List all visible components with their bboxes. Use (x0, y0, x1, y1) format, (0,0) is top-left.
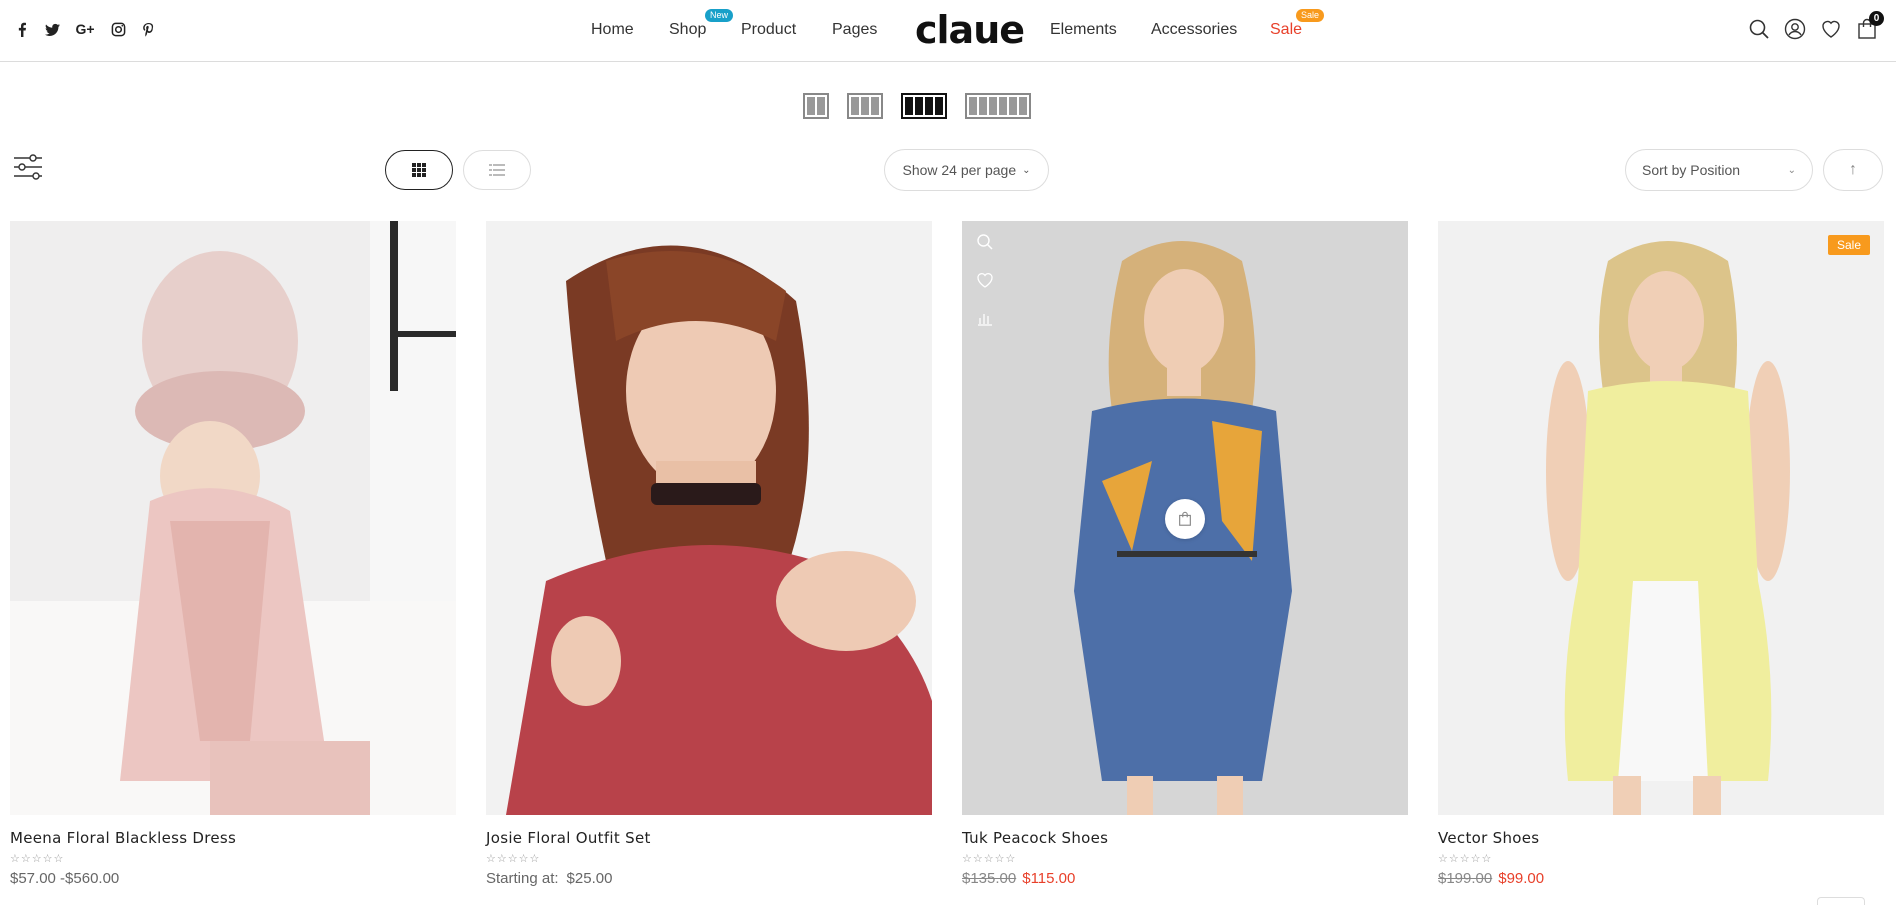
add-to-cart-button[interactable] (1165, 499, 1205, 539)
nav-accessories[interactable]: Accessories (1151, 21, 1237, 39)
sale-badge: Sale (1827, 235, 1870, 255)
compare-icon[interactable] (976, 309, 994, 327)
nav-elements[interactable]: Elements (1050, 21, 1117, 39)
header-actions: 0 (1748, 11, 1884, 40)
rating-stars: ☆☆☆☆☆ (962, 853, 1017, 865)
product-card: Josie Floral Outfit Set ☆☆☆☆☆ Starting a… (486, 221, 932, 887)
product-price: $57.00 -$560.00 (10, 870, 120, 887)
nav-shop-label: Shop (669, 21, 707, 38)
columns-4-button[interactable] (901, 93, 947, 119)
wishlist-heart-icon[interactable] (976, 271, 994, 289)
product-image[interactable]: Sale (1438, 221, 1884, 815)
nav-shop[interactable]: Shop New (669, 9, 734, 39)
quick-view-icon[interactable] (976, 233, 994, 251)
old-price: $135.00 (962, 870, 1017, 887)
columns-3-button[interactable] (847, 93, 883, 119)
product-price: $135.00 $115.00 (962, 870, 1408, 887)
site-logo[interactable]: claue (915, 8, 1025, 52)
filter-icon[interactable] (13, 152, 43, 182)
back-to-top-button[interactable] (1817, 897, 1865, 905)
product-name[interactable]: Tuk Peacock Shoes (962, 829, 1408, 847)
old-price: $199.00 (1438, 870, 1493, 887)
search-icon[interactable] (1748, 18, 1770, 40)
column-switcher (803, 93, 1031, 119)
chevron-down-icon: ⌄ (1022, 164, 1031, 176)
sale-badge: Sale (1296, 9, 1325, 22)
product-name[interactable]: Meena Floral Blackless Dress (10, 829, 456, 847)
bag-icon (1179, 511, 1191, 526)
nav-home[interactable]: Home (591, 21, 634, 39)
product-hover-actions (976, 233, 994, 327)
list-icon (489, 164, 505, 176)
sort-label: Sort by Position (1642, 162, 1741, 178)
nav-sale[interactable]: Sale Sale (1270, 9, 1325, 39)
grid-icon (412, 163, 426, 177)
grid-view-button[interactable] (385, 150, 453, 190)
sale-price: $115.00 (1022, 870, 1076, 887)
product-image[interactable] (486, 221, 932, 815)
nav-sale-label: Sale (1270, 21, 1303, 38)
product-card: Sale Vector Shoes ☆☆☆☆☆ $199.00 $99.00 (1438, 221, 1884, 887)
columns-2-button[interactable] (803, 93, 829, 119)
cart-count: 0 (1869, 11, 1884, 26)
list-view-button[interactable] (463, 150, 531, 190)
product-card: Tuk Peacock Shoes ☆☆☆☆☆ $135.00 $115.00 (962, 221, 1408, 887)
product-name[interactable]: Vector Shoes (1438, 829, 1884, 847)
logo-text: claue (915, 8, 1025, 52)
nav-product[interactable]: Product (741, 21, 796, 39)
rating-stars: ☆☆☆☆☆ (486, 853, 541, 865)
product-name[interactable]: Josie Floral Outfit Set (486, 829, 932, 847)
per-page-label: Show 24 per page (902, 162, 1017, 178)
product-card: Meena Floral Blackless Dress ☆☆☆☆☆ $57.0… (10, 221, 456, 887)
rating-stars: ☆☆☆☆☆ (1438, 853, 1493, 865)
rating-stars: ☆☆☆☆☆ (10, 853, 65, 865)
product-image[interactable] (10, 221, 456, 815)
product-image[interactable] (962, 221, 1408, 815)
new-badge: New (705, 9, 734, 22)
product-price: Starting at: $25.00 (486, 870, 932, 887)
user-icon[interactable] (1784, 18, 1806, 40)
per-page-select[interactable]: Show 24 per page ⌄ (884, 149, 1049, 191)
cart-icon[interactable]: 0 (1856, 11, 1884, 40)
arrow-up-icon: ↑ (1849, 161, 1857, 178)
sale-price: $99.00 (1498, 870, 1545, 887)
chevron-down-icon: ⌄ (1787, 164, 1796, 176)
heart-icon[interactable] (1820, 18, 1842, 40)
columns-6-button[interactable] (965, 93, 1031, 119)
site-header: G+ Home Shop New Product Pages Elements … (0, 0, 1896, 62)
sort-select[interactable]: Sort by Position ⌄ (1625, 149, 1813, 191)
sort-direction-button[interactable]: ↑ (1823, 149, 1883, 191)
price-label: Starting at: (486, 870, 559, 887)
nav-pages[interactable]: Pages (832, 21, 877, 39)
price-value: $25.00 (566, 870, 613, 887)
product-price: $199.00 $99.00 (1438, 870, 1884, 887)
